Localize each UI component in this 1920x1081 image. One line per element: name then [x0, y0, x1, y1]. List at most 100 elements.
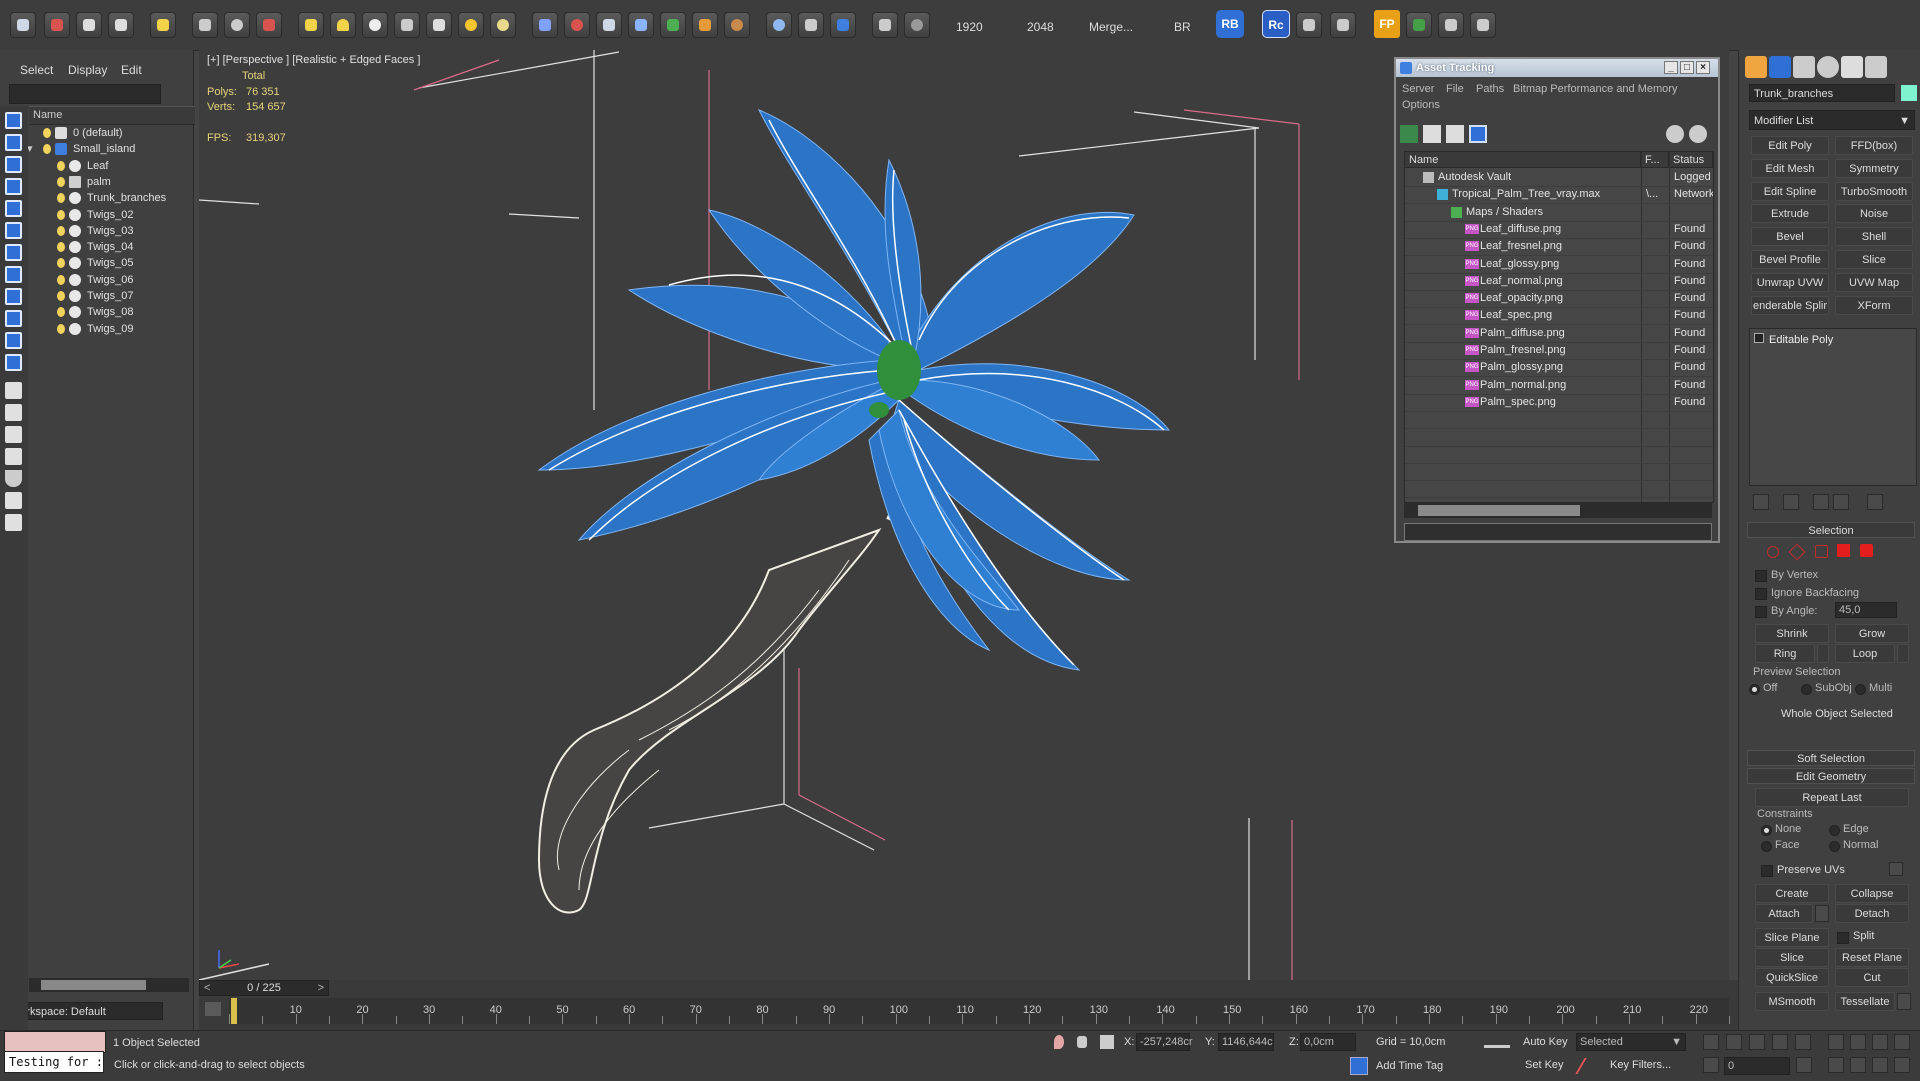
display-shapes-icon[interactable] — [5, 156, 22, 173]
visibility-bulb-icon[interactable] — [57, 209, 65, 220]
modify-tab-icon[interactable] — [1769, 56, 1791, 78]
preserve-uvs-settings-icon[interactable] — [1889, 862, 1903, 876]
scene-search-input[interactable] — [9, 84, 161, 104]
sun-icon[interactable] — [458, 12, 484, 38]
constraint-face-radio[interactable] — [1761, 841, 1772, 852]
edge-level-icon[interactable] — [1788, 543, 1806, 561]
curve-editor-icon[interactable] — [205, 1002, 221, 1016]
by-vertex-checkbox[interactable] — [1755, 570, 1767, 582]
visibility-bulb-icon[interactable] — [57, 160, 65, 171]
tessellate-settings-icon[interactable] — [1897, 993, 1911, 1010]
tessellate-button[interactable]: Tessellate — [1835, 992, 1895, 1011]
slice-plane-button[interactable]: Slice Plane — [1755, 928, 1829, 947]
create-tab-icon[interactable] — [1745, 56, 1767, 78]
field-of-view-icon[interactable] — [1828, 1057, 1844, 1073]
display-groups-icon[interactable] — [5, 266, 22, 283]
modifier-button-edit-spline[interactable]: Edit Spline — [1751, 181, 1829, 201]
layer-view-icon[interactable] — [5, 426, 22, 443]
constraint-normal-radio[interactable] — [1829, 841, 1840, 852]
display-helpers-icon[interactable] — [5, 222, 22, 239]
loop-button[interactable]: Loop — [1835, 644, 1895, 663]
visibility-bulb-icon[interactable] — [57, 242, 65, 253]
modifier-button-edit-poly[interactable]: Edit Poly — [1751, 136, 1829, 155]
quickslice-button[interactable]: QuickSlice — [1755, 968, 1829, 987]
rb-button[interactable]: RB — [1216, 10, 1244, 38]
asset-scrollbar[interactable] — [1404, 503, 1712, 518]
asset-row[interactable]: Autodesk Vault Logged — [1405, 169, 1713, 187]
edit-geometry-rollout-header[interactable]: Edit Geometry — [1747, 768, 1915, 784]
detach-button[interactable]: Detach — [1835, 904, 1909, 923]
pan-icon[interactable] — [1828, 1034, 1844, 1050]
merge-button[interactable]: Merge... — [1089, 20, 1133, 34]
asset-row[interactable]: PNG Palm_spec.png Found — [1405, 394, 1713, 412]
scatter-tools-icon[interactable] — [1438, 12, 1464, 38]
list-view-icon[interactable] — [5, 448, 22, 465]
time-configuration-icon[interactable] — [1796, 1057, 1812, 1073]
column-header-name[interactable]: Name — [29, 106, 195, 125]
dome-icon[interactable] — [330, 12, 356, 38]
modifier-button-unwrap-uvw[interactable]: Unwrap UVW — [1751, 272, 1829, 292]
remove-modifier-icon[interactable] — [1833, 494, 1849, 510]
maxscript-listener-input[interactable]: Testing for : — [4, 1051, 104, 1073]
workspace-dropdown[interactable]: Workspace: Default — [5, 1002, 163, 1020]
attach-button[interactable]: Attach — [1755, 904, 1813, 923]
help-icon[interactable] — [904, 12, 930, 38]
modifier-stack[interactable]: Editable Poly — [1749, 328, 1917, 486]
refresh-icon[interactable] — [1400, 125, 1418, 143]
y-coordinate-field[interactable]: 1146,644c — [1218, 1033, 1274, 1051]
object-color-swatch[interactable] — [1901, 85, 1917, 101]
plant-icon[interactable] — [660, 12, 686, 38]
maxscript-listener-pink[interactable] — [4, 1031, 106, 1053]
cut-button[interactable]: Cut — [1835, 968, 1909, 987]
display-bones-icon[interactable] — [5, 310, 22, 327]
modifier-button-turbosmooth[interactable]: TurboSmooth — [1835, 181, 1913, 201]
asset-row[interactable]: PNG Leaf_glossy.png Found — [1405, 256, 1713, 274]
modifier-button-bevel-profile[interactable]: Bevel Profile — [1751, 250, 1829, 269]
expand-icon[interactable] — [1754, 333, 1764, 343]
detail-view-icon[interactable] — [1446, 125, 1464, 143]
asset-row[interactable]: PNG Palm_fresnel.png Found — [1405, 342, 1713, 360]
modifier-button-extrude[interactable]: Extrude — [1751, 204, 1829, 224]
texture-icon[interactable] — [724, 12, 750, 38]
modifier-button-bevel[interactable]: Bevel — [1751, 227, 1829, 247]
timeline-track[interactable]: 10 20 30 40 50 60 70 80 90 100 110 120 130 140 150 160 1… — [229, 998, 1730, 1024]
isolate-selection-icon[interactable] — [1054, 1035, 1064, 1049]
hierarchy-tab-icon[interactable] — [1793, 56, 1815, 78]
preview-off-radio[interactable] — [1749, 684, 1760, 695]
mesh-light-icon[interactable] — [394, 12, 420, 38]
by-angle-spinner[interactable]: 45,0 — [1835, 602, 1897, 618]
zoom-extents-icon[interactable] — [1894, 1034, 1910, 1050]
vertex-level-icon[interactable] — [1767, 546, 1779, 558]
msmooth-button[interactable]: MSmooth — [1755, 992, 1829, 1011]
display-tab-icon[interactable] — [1841, 56, 1863, 78]
table-view-icon[interactable] — [1469, 125, 1487, 143]
visibility-bulb-icon[interactable] — [57, 225, 65, 236]
go-to-end-icon[interactable] — [1795, 1034, 1811, 1050]
display-cameras-icon[interactable] — [5, 200, 22, 217]
create-button[interactable]: Create — [1755, 884, 1829, 903]
fur-icon[interactable] — [532, 12, 558, 38]
modifier-button-enderable-splir[interactable]: enderable Splir — [1751, 295, 1829, 315]
loop-spinner[interactable] — [1897, 644, 1909, 663]
scene-item-twigs-09[interactable]: Twigs_09 — [29, 320, 193, 339]
show-end-result-icon[interactable] — [1783, 494, 1799, 510]
auto-key-button[interactable]: Auto Key — [1523, 1036, 1568, 1048]
time-tag-icon[interactable] — [1350, 1057, 1368, 1075]
vfb-icon[interactable] — [830, 12, 856, 38]
element-level-icon[interactable] — [1860, 544, 1873, 557]
preserve-uvs-checkbox[interactable] — [1761, 865, 1773, 877]
key-filters-button[interactable]: Key Filters... — [1610, 1059, 1671, 1071]
display-containers-icon[interactable] — [5, 332, 22, 349]
stack-item-editable-poly[interactable]: Editable Poly — [1754, 333, 1833, 347]
viewport-label[interactable]: [+] [Perspective ] [Realistic + Edged Fa… — [207, 54, 420, 66]
time-prev-icon[interactable]: < — [204, 981, 210, 995]
maximize-icon[interactable]: □ — [1680, 61, 1694, 74]
list-view-icon[interactable] — [1423, 125, 1441, 143]
key-mode-icon[interactable] — [1575, 1058, 1603, 1074]
sphere-light-icon[interactable] — [362, 12, 388, 38]
preview-subobj-radio[interactable] — [1801, 684, 1812, 695]
configure-modifier-sets-icon[interactable] — [1867, 494, 1883, 510]
x-coordinate-field[interactable]: -257,248cr — [1136, 1033, 1193, 1051]
time-cursor[interactable] — [231, 998, 237, 1024]
visibility-bulb-icon[interactable] — [43, 128, 51, 138]
